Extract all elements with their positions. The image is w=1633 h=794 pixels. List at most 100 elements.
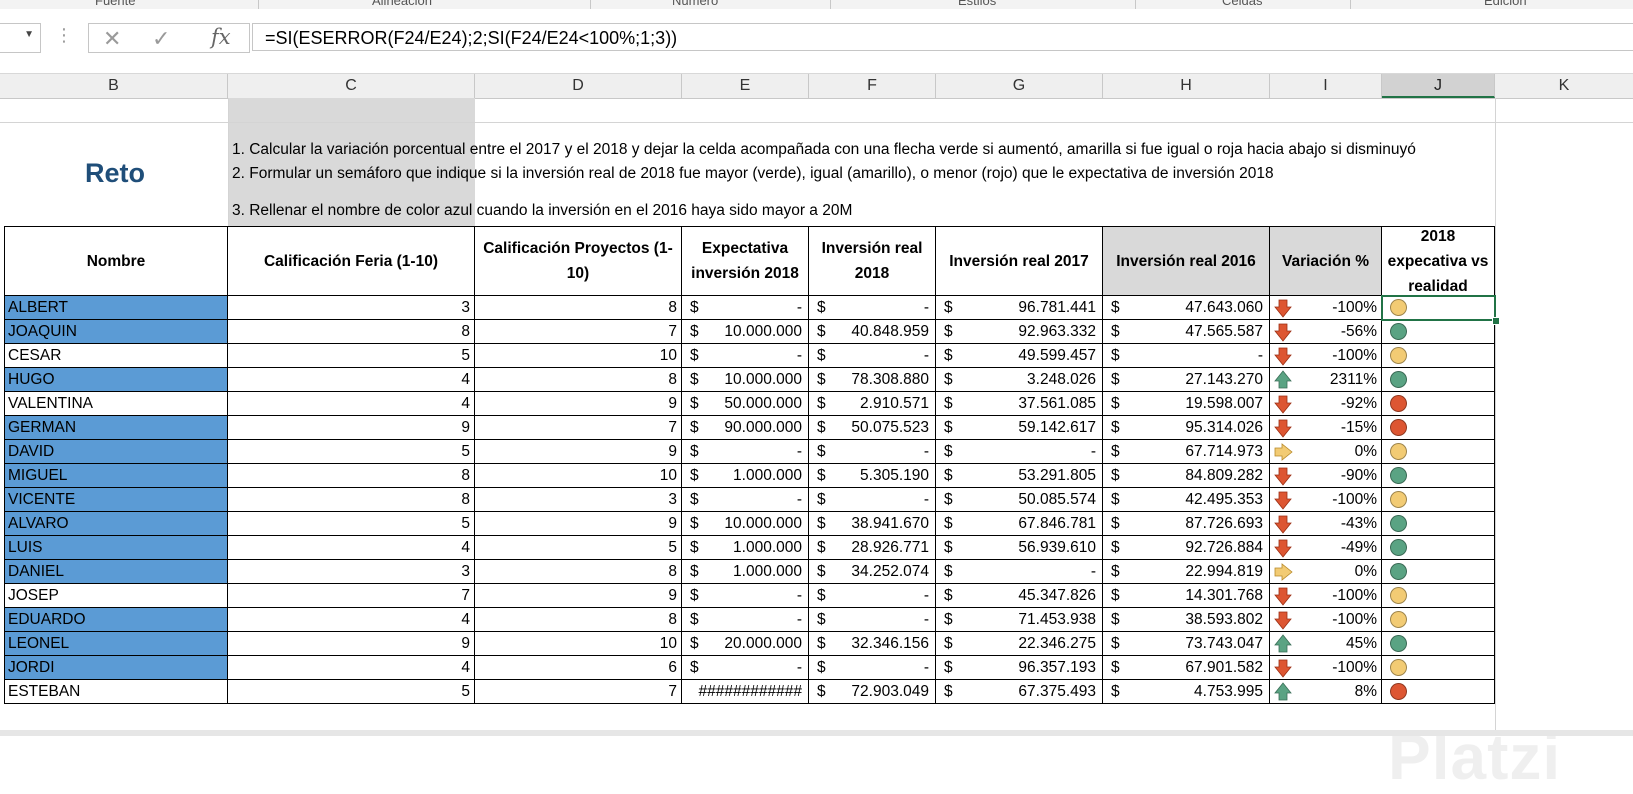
column-header-f[interactable]: F [809, 74, 936, 98]
proyectos-cell[interactable]: 5 [475, 536, 682, 560]
real2016-cell[interactable]: $92.726.884 [1103, 536, 1270, 560]
traffic-light-cell[interactable] [1382, 368, 1495, 392]
real2018-cell[interactable]: $40.848.959 [809, 320, 936, 344]
more-options-icon[interactable]: ⋮ [55, 25, 73, 46]
traffic-light-cell[interactable] [1382, 584, 1495, 608]
formula-input[interactable]: =SI(ESERROR(F24/E24);2;SI(F24/E24<100%;1… [252, 23, 1633, 51]
header-light[interactable]: 2018 expecativa vs realidad [1382, 226, 1495, 296]
name-cell[interactable]: ALBERT [4, 296, 228, 320]
real2018-cell[interactable]: $ - [809, 296, 936, 320]
real2017-cell[interactable]: $3.248.026 [936, 368, 1103, 392]
proyectos-cell[interactable]: 10 [475, 344, 682, 368]
real2017-cell[interactable]: $59.142.617 [936, 416, 1103, 440]
proyectos-cell[interactable]: 8 [475, 608, 682, 632]
header-exp2018[interactable]: Expectativa inversión 2018 [682, 226, 809, 296]
header-real2016[interactable]: Inversión real 2016 [1103, 226, 1270, 296]
real2018-cell[interactable]: $2.910.571 [809, 392, 936, 416]
variation-cell[interactable]: -43% [1270, 512, 1382, 536]
header-real2018[interactable]: Inversión real 2018 [809, 226, 936, 296]
real2016-cell[interactable]: $19.598.007 [1103, 392, 1270, 416]
name-cell[interactable]: EDUARDO [4, 608, 228, 632]
real2017-cell[interactable]: $37.561.085 [936, 392, 1103, 416]
variation-cell[interactable]: 8% [1270, 680, 1382, 704]
real2017-cell[interactable]: $56.939.610 [936, 536, 1103, 560]
proyectos-cell[interactable]: 7 [475, 320, 682, 344]
exp2018-cell[interactable]: $ - [682, 440, 809, 464]
real2016-cell[interactable]: $42.495.353 [1103, 488, 1270, 512]
variation-cell[interactable]: -100% [1270, 296, 1382, 320]
feria-cell[interactable]: 9 [228, 416, 475, 440]
variation-cell[interactable]: -56% [1270, 320, 1382, 344]
real2017-cell[interactable]: $53.291.805 [936, 464, 1103, 488]
variation-cell[interactable]: -100% [1270, 608, 1382, 632]
real2018-cell[interactable]: $50.075.523 [809, 416, 936, 440]
variation-cell[interactable]: -49% [1270, 536, 1382, 560]
traffic-light-cell[interactable] [1382, 680, 1495, 704]
header-feria[interactable]: Calificación Feria (1-10) [228, 226, 475, 296]
real2016-cell[interactable]: $67.714.973 [1103, 440, 1270, 464]
column-header-g[interactable]: G [936, 74, 1103, 98]
variation-cell[interactable]: -92% [1270, 392, 1382, 416]
traffic-light-cell[interactable] [1382, 488, 1495, 512]
real2017-cell[interactable]: $67.846.781 [936, 512, 1103, 536]
proyectos-cell[interactable]: 9 [475, 440, 682, 464]
ribbon-group-styles[interactable]: Estilos [958, 0, 996, 8]
feria-cell[interactable]: 5 [228, 680, 475, 704]
enter-icon[interactable]: ✓ [152, 26, 170, 52]
exp2018-cell[interactable]: ############ [682, 680, 809, 704]
column-header-d[interactable]: D [475, 74, 682, 98]
proyectos-cell[interactable]: 6 [475, 656, 682, 680]
name-cell[interactable]: ALVARO [4, 512, 228, 536]
variation-cell[interactable]: 45% [1270, 632, 1382, 656]
exp2018-cell[interactable]: $20.000.000 [682, 632, 809, 656]
real2016-cell[interactable]: $ - [1103, 344, 1270, 368]
traffic-light-cell[interactable] [1382, 512, 1495, 536]
proyectos-cell[interactable]: 8 [475, 560, 682, 584]
exp2018-cell[interactable]: $1.000.000 [682, 536, 809, 560]
proyectos-cell[interactable]: 10 [475, 464, 682, 488]
name-cell[interactable]: VALENTINA [4, 392, 228, 416]
proyectos-cell[interactable]: 7 [475, 680, 682, 704]
ribbon-group-cells[interactable]: Celdas [1222, 0, 1262, 8]
real2017-cell[interactable]: $96.781.441 [936, 296, 1103, 320]
name-cell[interactable]: DAVID [4, 440, 228, 464]
real2018-cell[interactable]: $78.308.880 [809, 368, 936, 392]
proyectos-cell[interactable]: 7 [475, 416, 682, 440]
chevron-down-icon[interactable]: ▼ [24, 29, 34, 40]
real2016-cell[interactable]: $47.643.060 [1103, 296, 1270, 320]
real2018-cell[interactable]: $38.941.670 [809, 512, 936, 536]
variation-cell[interactable]: 2311% [1270, 368, 1382, 392]
column-header-c[interactable]: C [228, 74, 475, 98]
traffic-light-cell[interactable] [1382, 536, 1495, 560]
ribbon-group-editing[interactable]: Edición [1484, 0, 1527, 8]
feria-cell[interactable]: 4 [228, 608, 475, 632]
proyectos-cell[interactable]: 3 [475, 488, 682, 512]
real2016-cell[interactable]: $4.753.995 [1103, 680, 1270, 704]
variation-cell[interactable]: -15% [1270, 416, 1382, 440]
exp2018-cell[interactable]: $1.000.000 [682, 560, 809, 584]
column-header-e[interactable]: E [682, 74, 809, 98]
traffic-light-cell[interactable] [1382, 656, 1495, 680]
real2018-cell[interactable]: $ - [809, 656, 936, 680]
real2017-cell[interactable]: $ - [936, 440, 1103, 464]
traffic-light-cell[interactable] [1382, 416, 1495, 440]
insert-function-icon[interactable]: fx [211, 25, 231, 49]
name-cell[interactable]: CESAR [4, 344, 228, 368]
exp2018-cell[interactable]: $ - [682, 488, 809, 512]
exp2018-cell[interactable]: $10.000.000 [682, 512, 809, 536]
real2018-cell[interactable]: $72.903.049 [809, 680, 936, 704]
exp2018-cell[interactable]: $ - [682, 344, 809, 368]
feria-cell[interactable]: 8 [228, 320, 475, 344]
traffic-light-cell[interactable] [1382, 560, 1495, 584]
name-cell[interactable]: GERMAN [4, 416, 228, 440]
column-header-k[interactable]: K [1495, 74, 1633, 98]
traffic-light-cell[interactable] [1382, 320, 1495, 344]
feria-cell[interactable]: 3 [228, 560, 475, 584]
name-cell[interactable]: JOSEP [4, 584, 228, 608]
exp2018-cell[interactable]: $ - [682, 608, 809, 632]
exp2018-cell[interactable]: $ - [682, 296, 809, 320]
name-cell[interactable]: JORDI [4, 656, 228, 680]
header-variation[interactable]: Variación % [1270, 226, 1382, 296]
traffic-light-cell[interactable] [1382, 608, 1495, 632]
real2017-cell[interactable]: $71.453.938 [936, 608, 1103, 632]
